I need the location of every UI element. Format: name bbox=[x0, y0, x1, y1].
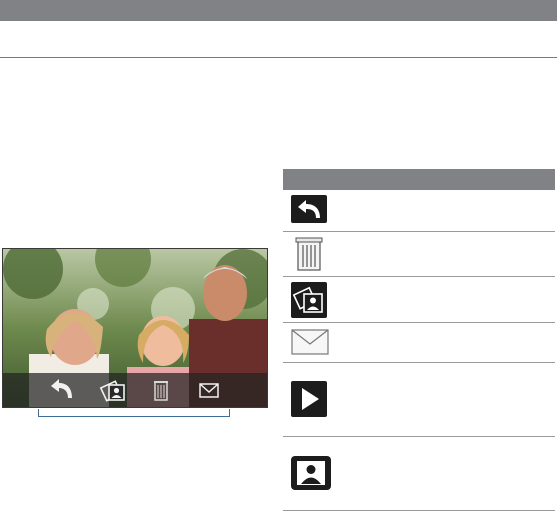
trash-icon bbox=[295, 237, 323, 271]
icon-table-header bbox=[283, 169, 555, 190]
icon-table-row bbox=[283, 190, 555, 232]
icon-table-row bbox=[283, 437, 555, 511]
toolbar-callout-bracket bbox=[38, 409, 230, 417]
envelope-icon bbox=[291, 329, 329, 355]
icon-table-row bbox=[283, 232, 555, 277]
send-to-contact-icon bbox=[291, 282, 327, 318]
envelope-icon[interactable] bbox=[195, 376, 223, 404]
play-icon bbox=[291, 381, 327, 417]
header-divider bbox=[0, 57, 557, 58]
send-to-contact-icon[interactable] bbox=[99, 376, 127, 404]
contact-picture-icon bbox=[291, 456, 331, 490]
back-arrow-icon[interactable] bbox=[47, 376, 75, 404]
back-arrow-icon bbox=[291, 195, 327, 223]
trash-icon[interactable] bbox=[147, 376, 175, 404]
icon-table-row bbox=[283, 363, 555, 437]
photo-viewer bbox=[2, 248, 268, 408]
icon-table-row bbox=[283, 323, 555, 363]
photo-toolbar bbox=[3, 373, 267, 407]
icon-table-row bbox=[283, 277, 555, 323]
page-header-bar bbox=[0, 0, 557, 21]
